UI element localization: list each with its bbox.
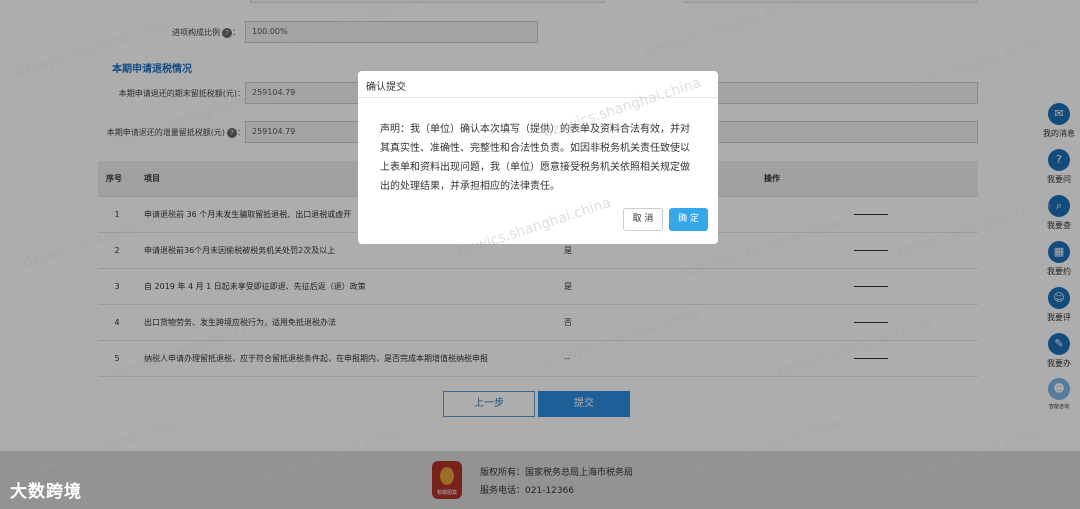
dialog-body: 声明：我（单位）确认本次填写（提供）的表单及资料合法有效，并对其真实性、准确性、… [380, 124, 690, 192]
dialog-title: 确认提交 [358, 71, 718, 98]
confirm-button[interactable]: 确 定 [669, 208, 708, 231]
cancel-button[interactable]: 取 消 [623, 208, 663, 231]
confirm-dialog: 确认提交 声明：我（单位）确认本次填写（提供）的表单及资料合法有效，并对其真实性… [358, 71, 718, 244]
brand-logo-text: 大数跨境 [10, 482, 82, 502]
